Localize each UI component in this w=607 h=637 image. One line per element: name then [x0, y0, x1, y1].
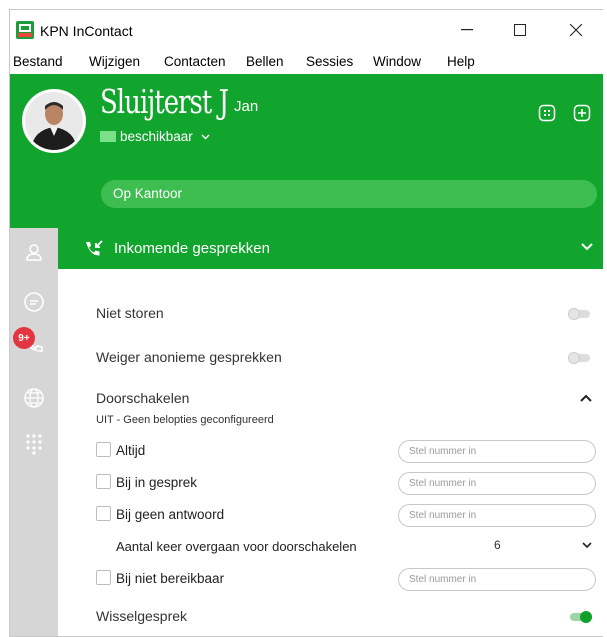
dnd-label: Niet storen [96, 305, 164, 321]
anon-reject-label: Weiger anonieme gesprekken [96, 349, 282, 365]
menu-window[interactable]: Window [373, 54, 421, 69]
dialpad-icon [26, 434, 42, 455]
busy-number-input[interactable] [398, 472, 596, 495]
menu-bellen[interactable]: Bellen [246, 54, 284, 69]
chevron-down-icon [201, 134, 210, 139]
unreachable-checkbox[interactable] [96, 570, 111, 585]
user-signature: Sluijterst J [100, 84, 229, 122]
chevron-down-icon [582, 542, 592, 549]
incoming-calls-section-header[interactable]: Inkomende gesprekken [58, 228, 603, 269]
incoming-call-icon [86, 240, 103, 256]
status-label: beschikbaar [120, 129, 193, 144]
close-icon [570, 24, 582, 36]
always-checkbox[interactable] [96, 442, 111, 457]
menu-bar: Bestand Wijzigen Contacten Bellen Sessie… [10, 50, 603, 74]
menu-wijzigen[interactable]: Wijzigen [89, 54, 140, 69]
rail-item-chat[interactable] [22, 290, 46, 314]
toggle-knob [568, 308, 580, 320]
settings-panel: Niet storen Weiger anonieme gesprekken D… [58, 269, 603, 636]
menu-sessies[interactable]: Sessies [306, 54, 353, 69]
close-button[interactable] [556, 16, 596, 44]
user-name: Jan [234, 98, 259, 115]
menu-help[interactable]: Help [447, 54, 475, 69]
location-field[interactable]: Op Kantoor [101, 180, 597, 208]
always-label: Altijd [116, 443, 146, 458]
kpn-app-icon [16, 21, 34, 39]
status-selector[interactable]: beschikbaar [100, 129, 210, 144]
rail-item-web[interactable] [22, 386, 46, 410]
status-indicator [100, 131, 116, 142]
app-window: KPN InContact Bestand Wijzigen Contacten… [9, 9, 603, 637]
busy-label: Bij in gesprek [116, 475, 198, 490]
dnd-toggle[interactable] [568, 308, 590, 320]
forward-label: Doorschakelen [96, 390, 190, 406]
no-answer-label: Bij geen antwoord [116, 507, 225, 522]
avatar-photo [25, 92, 83, 150]
location-label: Op Kantoor [113, 186, 183, 201]
section-title: Inkomende gesprekken [114, 240, 270, 257]
call-waiting-toggle[interactable] [570, 611, 592, 623]
missed-calls-badge: 9+ [13, 327, 35, 349]
unreachable-label: Bij niet bereikbaar [116, 571, 225, 586]
anon-reject-toggle[interactable] [568, 352, 590, 364]
unreachable-number-input[interactable] [398, 568, 596, 591]
chevron-down-icon [581, 243, 593, 251]
globe-icon [24, 388, 44, 408]
chat-icon [24, 292, 44, 312]
avatar[interactable] [22, 89, 86, 153]
title-bar: KPN InContact [10, 10, 603, 50]
rings-label: Aantal keer overgaan voor doorschakelen [116, 539, 357, 554]
forward-status: UIT - Geen belopties geconfigureerd [96, 414, 274, 426]
user-name-row: Sluijterst J Jan [100, 84, 259, 122]
menu-contacten[interactable]: Contacten [164, 54, 226, 69]
building-icon[interactable] [538, 104, 556, 122]
rail-item-contacts[interactable] [22, 240, 46, 264]
person-icon [26, 244, 42, 261]
busy-checkbox[interactable] [96, 474, 111, 489]
toggle-knob [580, 611, 592, 623]
no-answer-number-input[interactable] [398, 504, 596, 527]
maximize-icon [514, 24, 526, 36]
minimize-button[interactable] [447, 16, 487, 44]
toggle-knob [568, 352, 580, 364]
maximize-button[interactable] [500, 16, 540, 44]
always-number-input[interactable] [398, 440, 596, 463]
call-waiting-label: Wisselgesprek [96, 608, 188, 624]
no-answer-checkbox[interactable] [96, 506, 111, 521]
add-icon[interactable] [573, 104, 591, 122]
rings-value: 6 [494, 538, 501, 552]
rings-select[interactable]: 6 [480, 535, 598, 557]
rail-item-dialpad[interactable] [22, 432, 46, 456]
minimize-icon [461, 29, 473, 31]
profile-header: Sluijterst J Jan beschikbaar Op Kantoor [10, 74, 603, 228]
menu-bestand[interactable]: Bestand [13, 54, 63, 69]
side-rail: 9+ [10, 228, 58, 636]
window-title: KPN InContact [40, 23, 133, 39]
chevron-up-icon[interactable] [580, 394, 592, 402]
